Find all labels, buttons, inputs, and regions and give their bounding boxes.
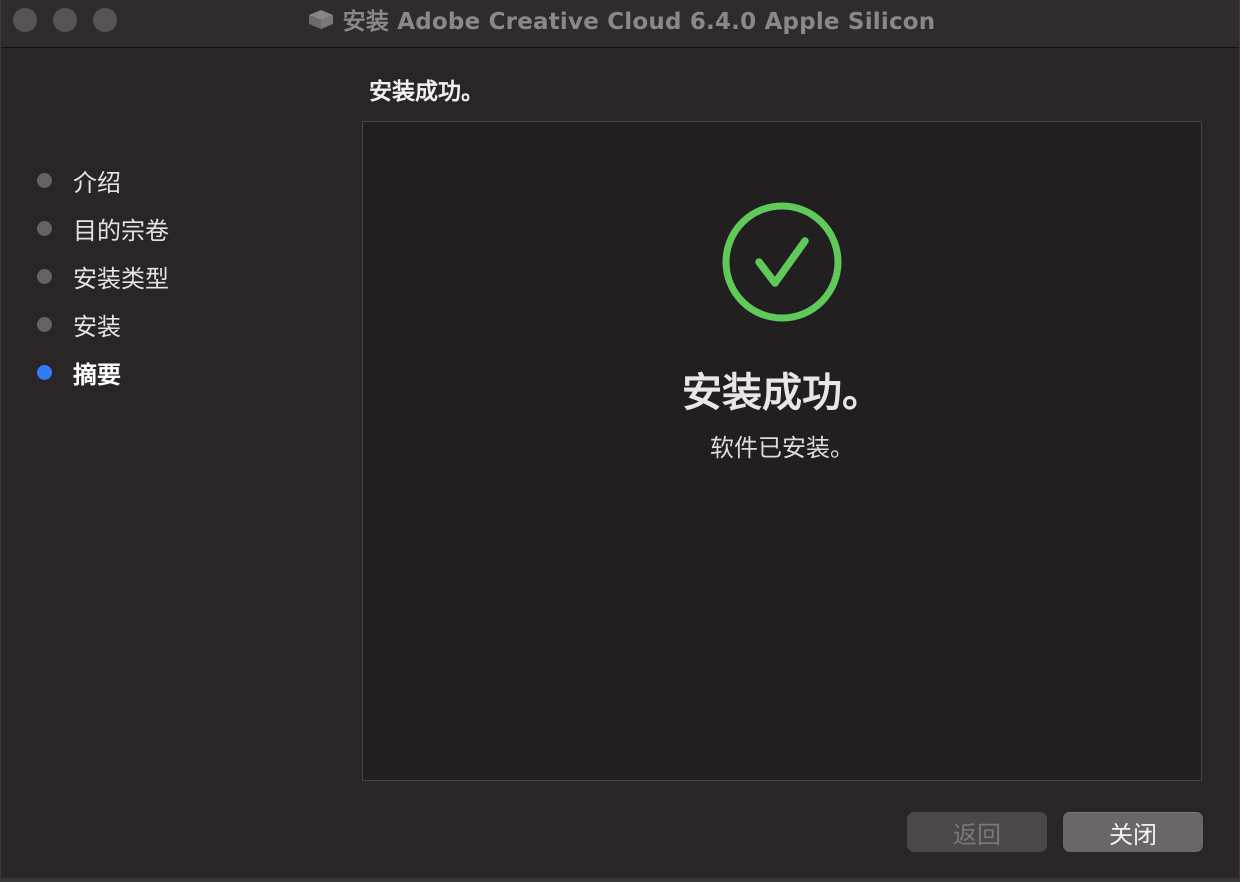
step-label: 安装类型 xyxy=(73,264,169,293)
step-label: 安装 xyxy=(73,312,121,341)
page-heading: 安装成功。 xyxy=(369,79,484,105)
content-panel: 安装成功。 软件已安装。 xyxy=(362,121,1202,781)
step-install-type: 安装类型 xyxy=(37,256,169,296)
close-button[interactable]: 关闭 xyxy=(1063,812,1203,852)
step-indicator-dot xyxy=(37,316,52,332)
success-subtitle: 软件已安装。 xyxy=(710,434,854,462)
step-label: 摘要 xyxy=(73,360,121,389)
step-indicator-dot xyxy=(37,220,52,236)
step-indicator-dot xyxy=(37,268,52,284)
step-install: 安装 xyxy=(37,304,121,344)
package-icon xyxy=(308,10,333,29)
step-destination: 目的宗卷 xyxy=(37,208,169,248)
step-indicator-dot-current xyxy=(37,364,52,380)
back-button[interactable]: 返回 xyxy=(907,812,1047,852)
checkmark-circle-icon xyxy=(722,202,842,322)
window-bottom-edge xyxy=(1,878,1239,882)
step-indicator-dot xyxy=(37,172,52,188)
step-label: 介绍 xyxy=(73,168,121,197)
installer-window: 安装 Adobe Creative Cloud 6.4.0 Apple Sili… xyxy=(0,0,1240,882)
window-title: 安装 Adobe Creative Cloud 6.4.0 Apple Sili… xyxy=(342,9,936,35)
window-title-group: 安装 Adobe Creative Cloud 6.4.0 Apple Sili… xyxy=(1,0,1239,38)
step-label: 目的宗卷 xyxy=(73,216,169,245)
success-title: 安装成功。 xyxy=(682,370,882,416)
step-introduction: 介绍 xyxy=(37,160,121,200)
step-sidebar: 介绍 目的宗卷 安装类型 安装 摘要 xyxy=(1,48,351,882)
title-bar[interactable]: 安装 Adobe Creative Cloud 6.4.0 Apple Sili… xyxy=(1,0,1239,48)
step-summary: 摘要 xyxy=(37,352,121,392)
